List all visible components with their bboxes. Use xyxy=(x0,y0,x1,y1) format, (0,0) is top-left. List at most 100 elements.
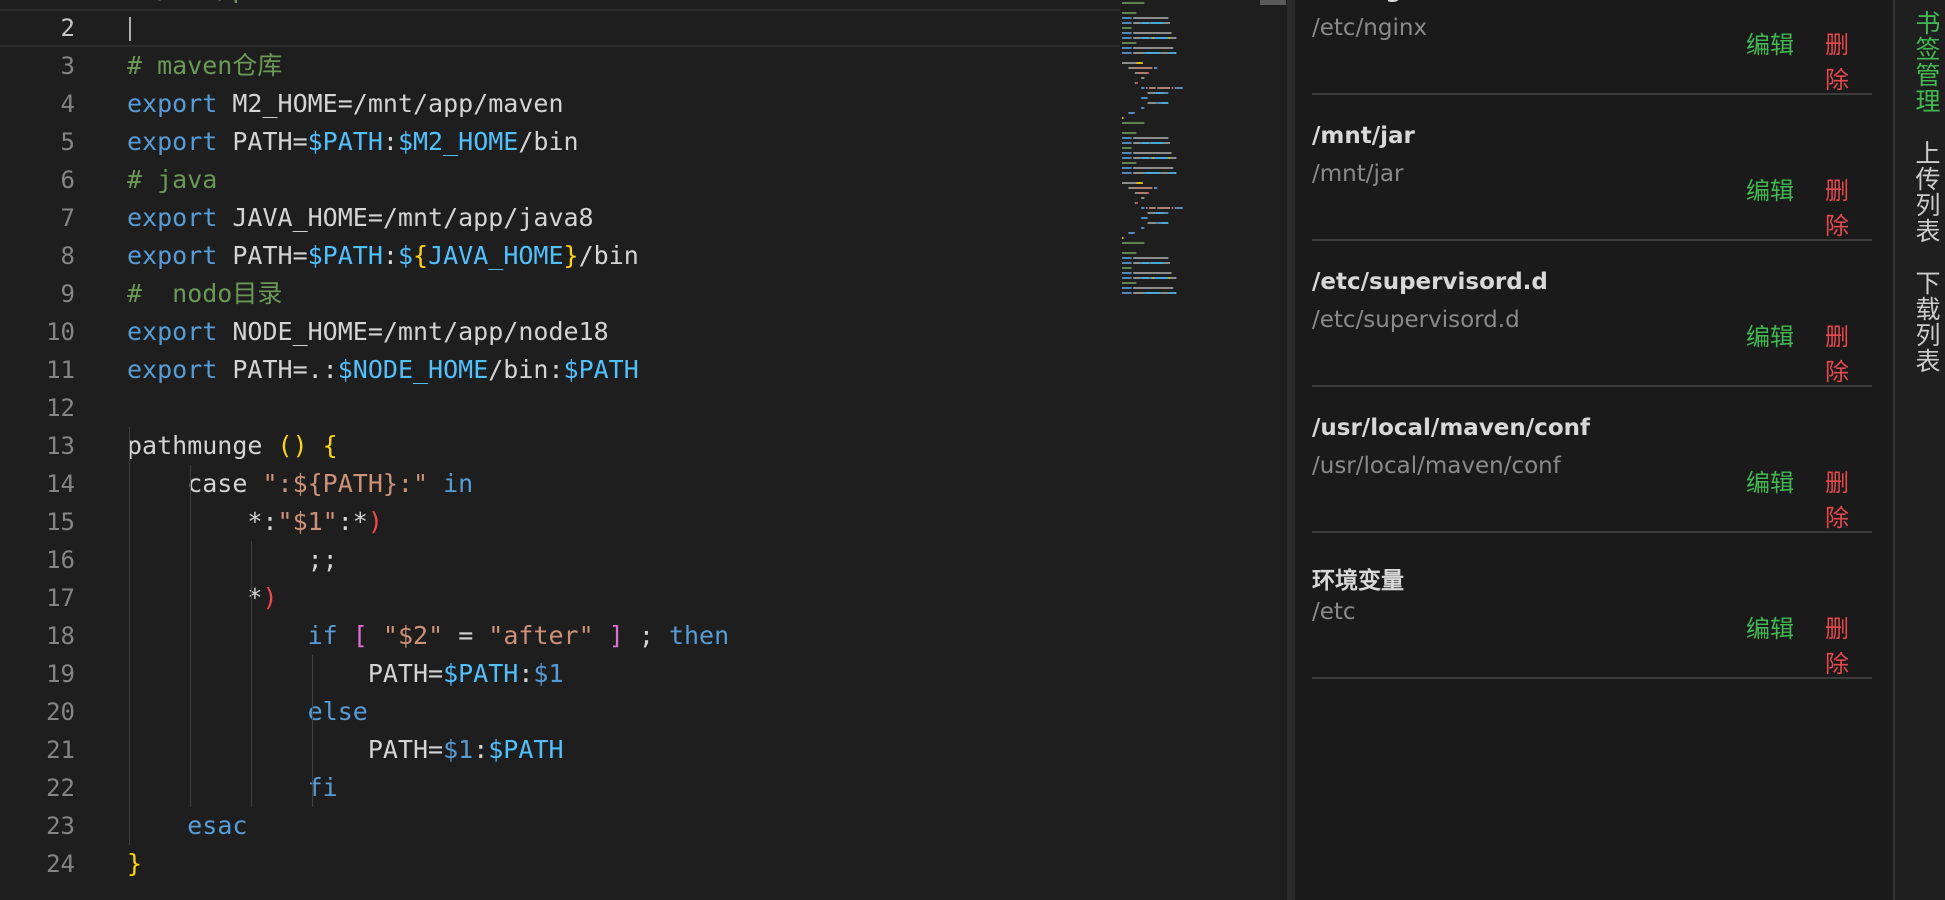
scrollbar-thumb[interactable] xyxy=(1260,0,1286,5)
side-tab[interactable]: 上传列表 xyxy=(1908,140,1944,244)
delete-bookmark-button[interactable]: 删除 xyxy=(1825,463,1872,533)
minimap-stroke xyxy=(1122,292,1132,294)
edit-bookmark-button[interactable]: 编辑 xyxy=(1746,463,1794,498)
minimap-stroke xyxy=(1128,187,1135,189)
code-token: ;; xyxy=(127,545,338,574)
code-line[interactable]: 19 PATH=$PATH:$1 xyxy=(0,655,1120,693)
minimap-stroke xyxy=(1122,257,1132,259)
minimap-stroke xyxy=(1141,97,1148,99)
code-token: PATH= xyxy=(127,735,444,764)
delete-bookmark-button[interactable]: 删除 xyxy=(1825,25,1872,95)
minimap-stroke xyxy=(1158,102,1161,104)
edit-bookmark-button[interactable]: 编辑 xyxy=(1746,317,1794,352)
code-line[interactable]: 10 export NODE_HOME=/mnt/app/node18 xyxy=(0,313,1120,351)
line-number: 9 xyxy=(60,280,75,308)
code-token: } xyxy=(127,849,143,878)
side-tab[interactable]: 书签管理 xyxy=(1908,10,1944,114)
line-code: *:"$1":*) xyxy=(127,503,383,541)
code-token: NODE_HOME=/mnt/app/node18 xyxy=(217,317,609,346)
minimap-stroke xyxy=(1122,152,1132,154)
code-line[interactable]: 22 fi xyxy=(0,769,1120,807)
minimap-stroke xyxy=(1147,102,1156,104)
minimap-stroke xyxy=(1136,202,1138,204)
bookmark-panel: /etc/nginx/etc/nginx编辑删除/mnt/jar/mnt/jar… xyxy=(1295,0,1893,900)
minimap-stroke xyxy=(1149,142,1151,144)
line-code: export M2_HOME=/mnt/app/maven xyxy=(127,85,564,123)
code-line[interactable]: 1 # /etc/profile xyxy=(0,0,1120,9)
code-line[interactable]: 16 ;; xyxy=(0,541,1120,579)
minimap-stroke xyxy=(1141,157,1150,159)
code-line[interactable]: 17 *) xyxy=(0,579,1120,617)
line-code: if [ "$2" = "after" ] ; then xyxy=(127,617,730,655)
code-token: : xyxy=(518,659,534,688)
bookmark-item[interactable]: /usr/local/maven/conf/usr/local/maven/co… xyxy=(1312,385,1872,533)
code-line[interactable]: 6 # java xyxy=(0,161,1120,199)
panel-splitter[interactable] xyxy=(1287,0,1295,900)
line-number: 15 xyxy=(46,508,75,536)
minimap-stroke xyxy=(1122,52,1132,54)
code-line[interactable]: 18 if [ "$2" = "after" ] ; then xyxy=(0,617,1120,655)
bookmark-item[interactable]: /etc/nginx/etc/nginx 编辑删除 xyxy=(1312,0,1872,95)
code-line[interactable]: 5 export PATH=$PATH:$M2_HOME/bin xyxy=(0,123,1120,161)
bookmark-item[interactable]: /etc/supervisord.d/etc/supervisord.d 编辑 删除 xyxy=(1312,239,1872,387)
line-number: 8 xyxy=(60,242,75,270)
code-token: PATH= xyxy=(217,241,308,270)
minimap-stroke xyxy=(1122,12,1137,14)
bookmark-item[interactable]: 环境变量/etc 编辑 删除 xyxy=(1312,531,1872,679)
code-editor[interactable]: 1# /etc/profile23# maven仓库4export M2_HOM… xyxy=(0,0,1295,900)
line-code: } xyxy=(127,845,142,883)
current-line[interactable]: 2 xyxy=(0,9,1120,47)
code-line[interactable]: 23 esac xyxy=(0,807,1120,845)
edit-bookmark-button[interactable]: 编辑 xyxy=(1746,609,1794,644)
minimap-stroke xyxy=(1122,22,1132,24)
delete-bookmark-button[interactable]: 删除 xyxy=(1825,317,1872,387)
code-line[interactable]: 15 *:"$1":*) xyxy=(0,503,1120,541)
code-line[interactable]: 8 export PATH=$PATH:${JAVA_HOME}/bin xyxy=(0,237,1120,275)
minimap[interactable] xyxy=(1118,0,1258,320)
code-token: /bin xyxy=(518,127,579,156)
code-line[interactable]: 14 case ":${PATH}:" in xyxy=(0,465,1120,503)
line-code: *) xyxy=(127,579,277,617)
code-line[interactable]: 4 export M2_HOME=/mnt/app/maven xyxy=(0,85,1120,123)
minimap-stroke xyxy=(1122,267,1132,269)
code-token: # maven仓库 xyxy=(127,51,283,80)
minimap-stroke xyxy=(1158,207,1170,209)
bookmark-title: /etc/nginx xyxy=(1312,0,1441,3)
code-token: export xyxy=(127,355,218,384)
line-code: export PATH=.:$NODE_HOME/bin:$PATH xyxy=(127,351,639,389)
code-token: case xyxy=(127,469,263,498)
minimap-stroke xyxy=(1149,277,1151,279)
code-token: ":${PATH}:" xyxy=(262,469,429,498)
code-line[interactable]: 9 # nodo目录 xyxy=(0,275,1120,313)
code-line[interactable]: 21 PATH=$1:$PATH xyxy=(0,731,1120,769)
code-line[interactable]: 13 pathmunge () { xyxy=(0,427,1120,465)
bookmark-item[interactable]: /mnt/jar/mnt/jar 编辑 删除 xyxy=(1312,93,1872,241)
minimap-stroke xyxy=(1170,37,1177,39)
code-token: pathmunge xyxy=(127,431,278,460)
code-line[interactable]: 11 export PATH=.:$NODE_HOME/bin:$PATH xyxy=(0,351,1120,389)
side-tab[interactable]: 下载列表 xyxy=(1908,270,1944,374)
code-token: $PATH xyxy=(307,241,383,270)
code-token: : xyxy=(382,127,398,156)
code-token: /bin: xyxy=(488,355,564,384)
delete-bookmark-button[interactable]: 删除 xyxy=(1825,609,1872,679)
line-code: export NODE_HOME=/mnt/app/node18 xyxy=(127,313,609,351)
minimap-stroke xyxy=(1134,82,1137,84)
delete-bookmark-button[interactable]: 删除 xyxy=(1825,171,1872,241)
minimap-stroke xyxy=(1149,207,1156,209)
edit-bookmark-button[interactable]: 编辑 xyxy=(1746,171,1794,206)
code-line[interactable]: 7 export JAVA_HOME=/mnt/app/java8 xyxy=(0,199,1120,237)
edit-bookmark-button[interactable]: 编辑 xyxy=(1746,25,1794,60)
minimap-stroke xyxy=(1150,262,1164,264)
minimap-stroke xyxy=(1122,62,1137,64)
minimap-stroke xyxy=(1141,277,1150,279)
code-line[interactable]: 24} xyxy=(0,845,1120,883)
code-line[interactable]: 3 # maven仓库 xyxy=(0,47,1120,85)
minimap-stroke xyxy=(1128,67,1135,69)
code-line[interactable]: 12 xyxy=(0,389,1120,427)
minimap-stroke xyxy=(1163,92,1166,94)
code-line[interactable]: 20 else xyxy=(0,693,1120,731)
